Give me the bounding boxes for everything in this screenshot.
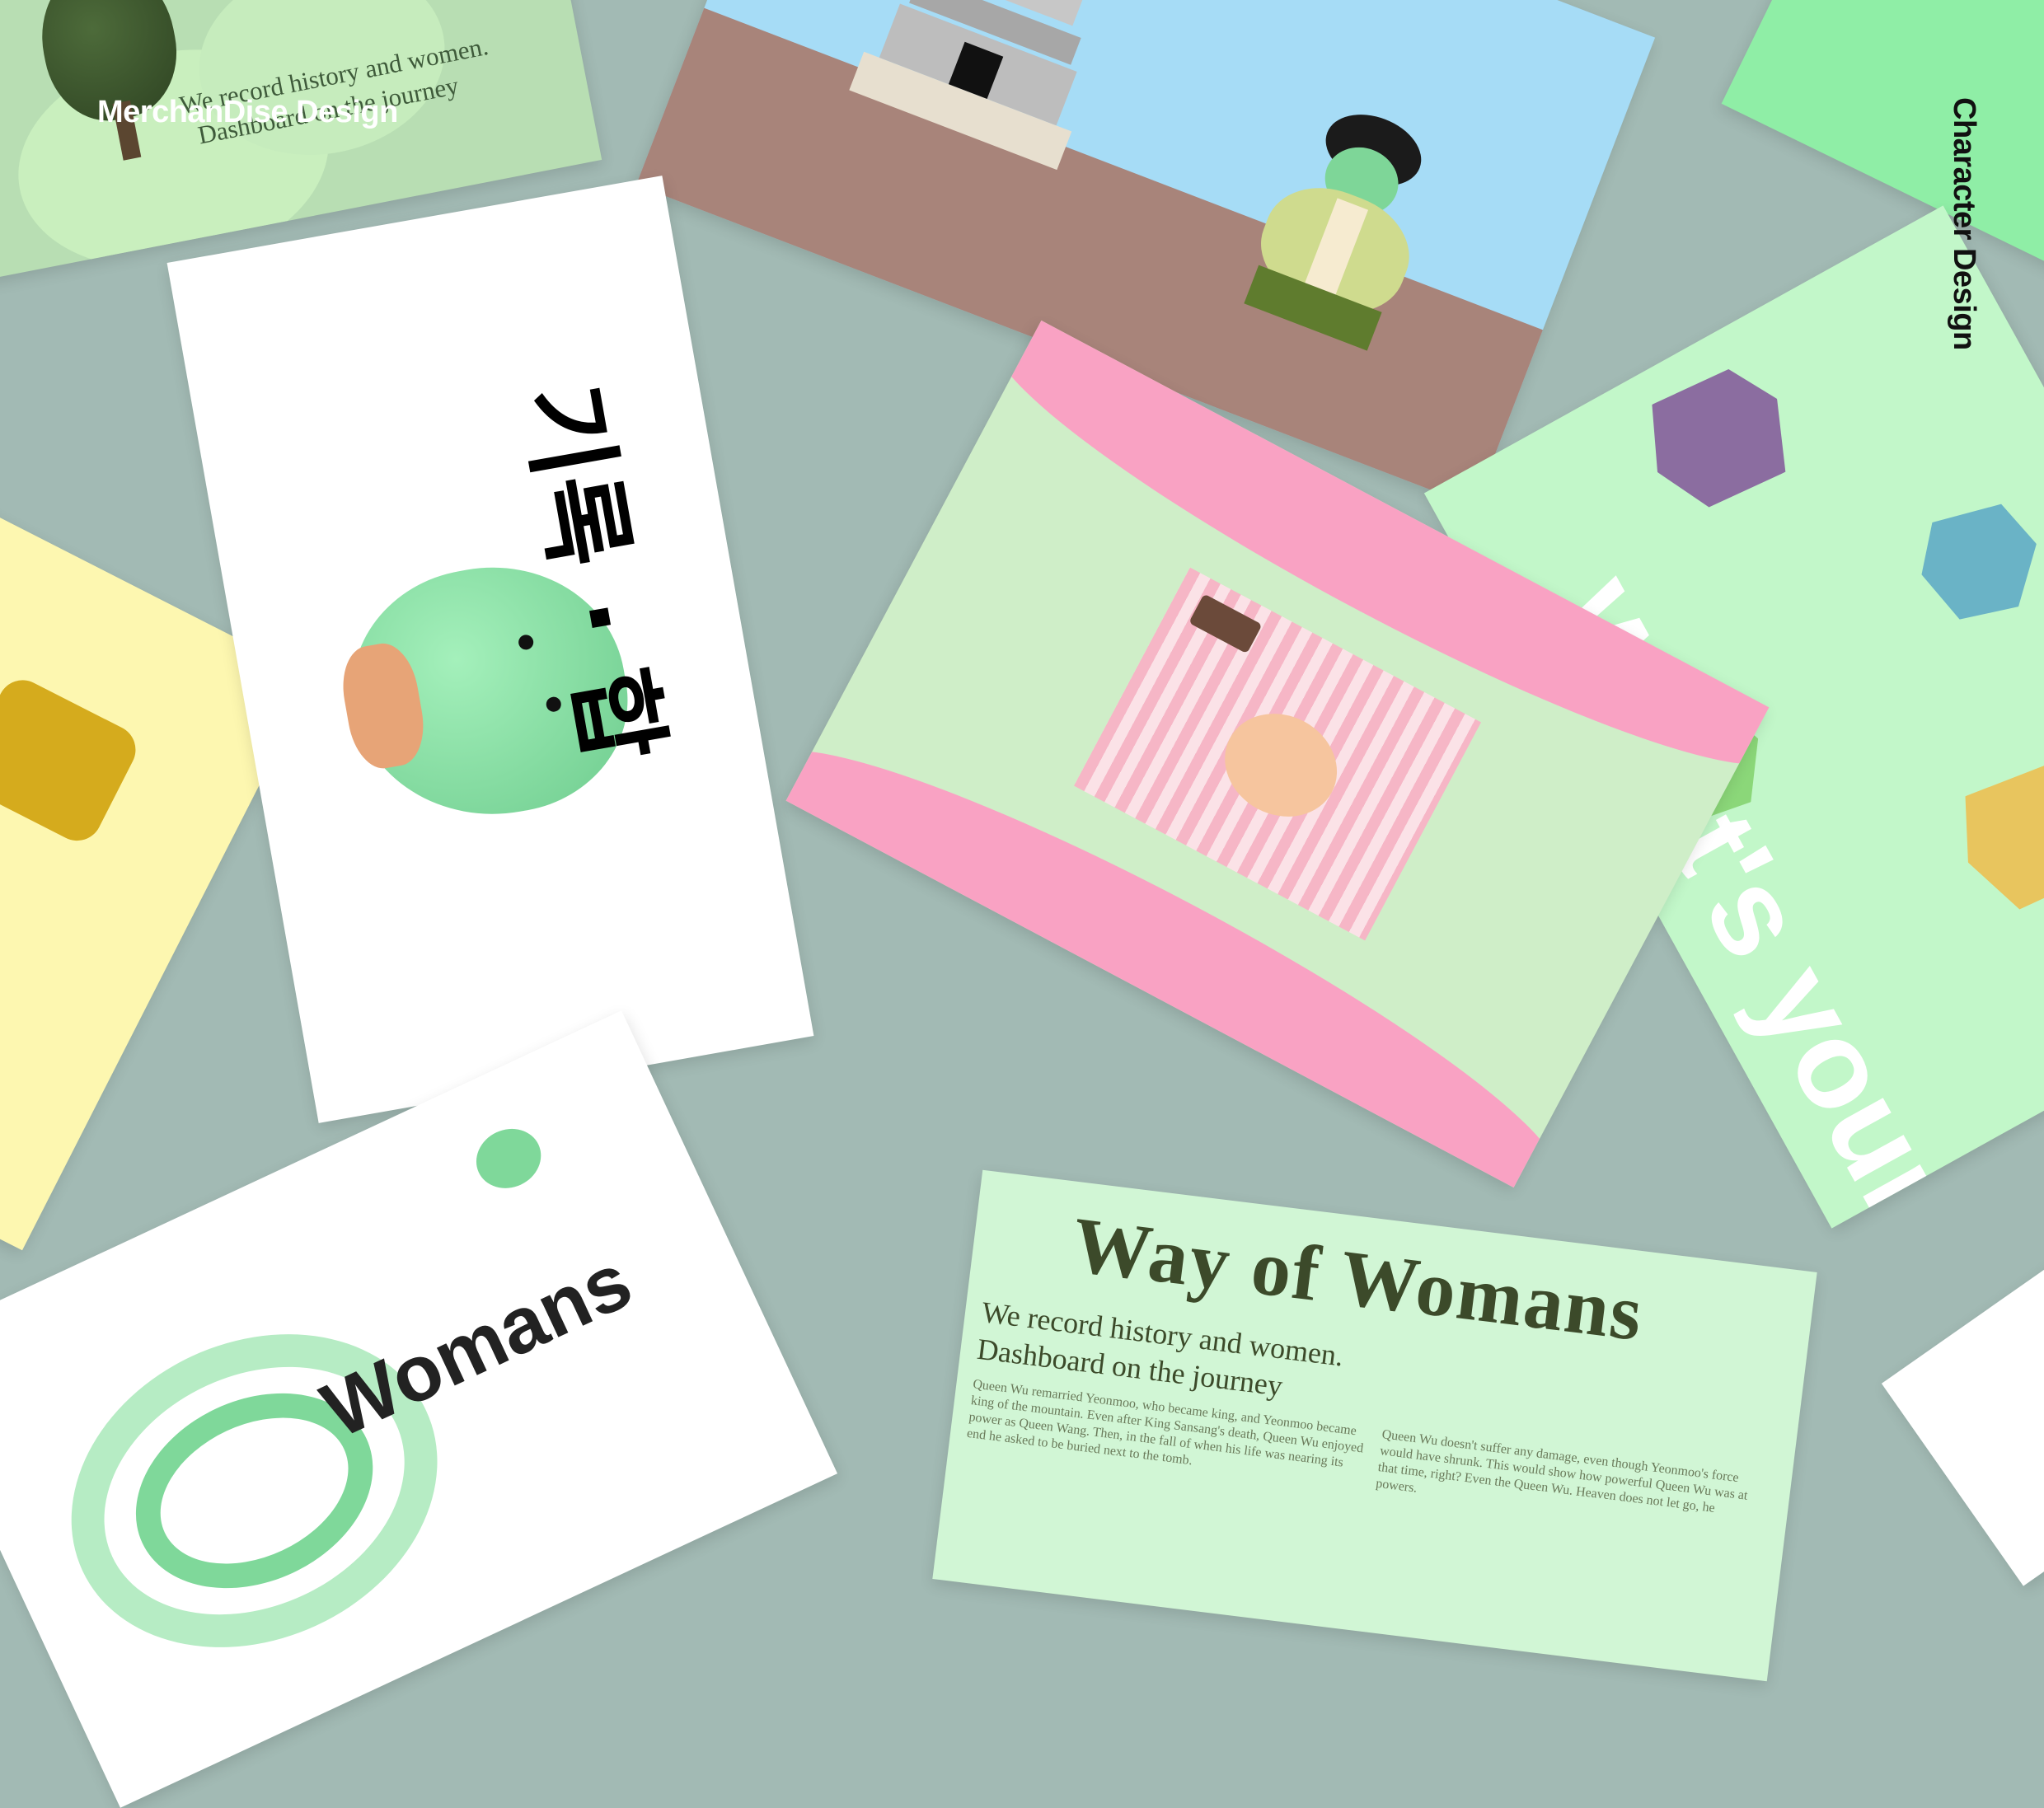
purple-polygon-character (1628, 350, 1810, 527)
gold-robe-character (0, 672, 144, 850)
merchandise-design-label: MerchanDise Design (97, 95, 398, 129)
small-cloud-icon (466, 1118, 551, 1199)
card-womans-3d[interactable]: Womans (0, 1010, 838, 1808)
card-white-corner[interactable] (1881, 1232, 2044, 1586)
canvas: { "labels": { "merch": "MerchanDise Desi… (0, 0, 2044, 1808)
way-of-womans-body-left: Queen Wu remarried Yeonmoo, who became k… (966, 1377, 1365, 1470)
womans-3d-text: Womans (309, 1236, 645, 1455)
yellow-polygon-character (1939, 738, 2044, 925)
blue-polygon-character (1902, 484, 2044, 640)
card-white-korean[interactable]: 기록 · 합 (166, 176, 814, 1123)
way-of-womans-body-right: Queen Wu doesn't suffer any damage, even… (1375, 1427, 1749, 1515)
card-way-of-womans[interactable]: Way of Womans We record history and wome… (932, 1169, 1817, 1682)
character-design-label: Character Design (1947, 97, 1981, 350)
